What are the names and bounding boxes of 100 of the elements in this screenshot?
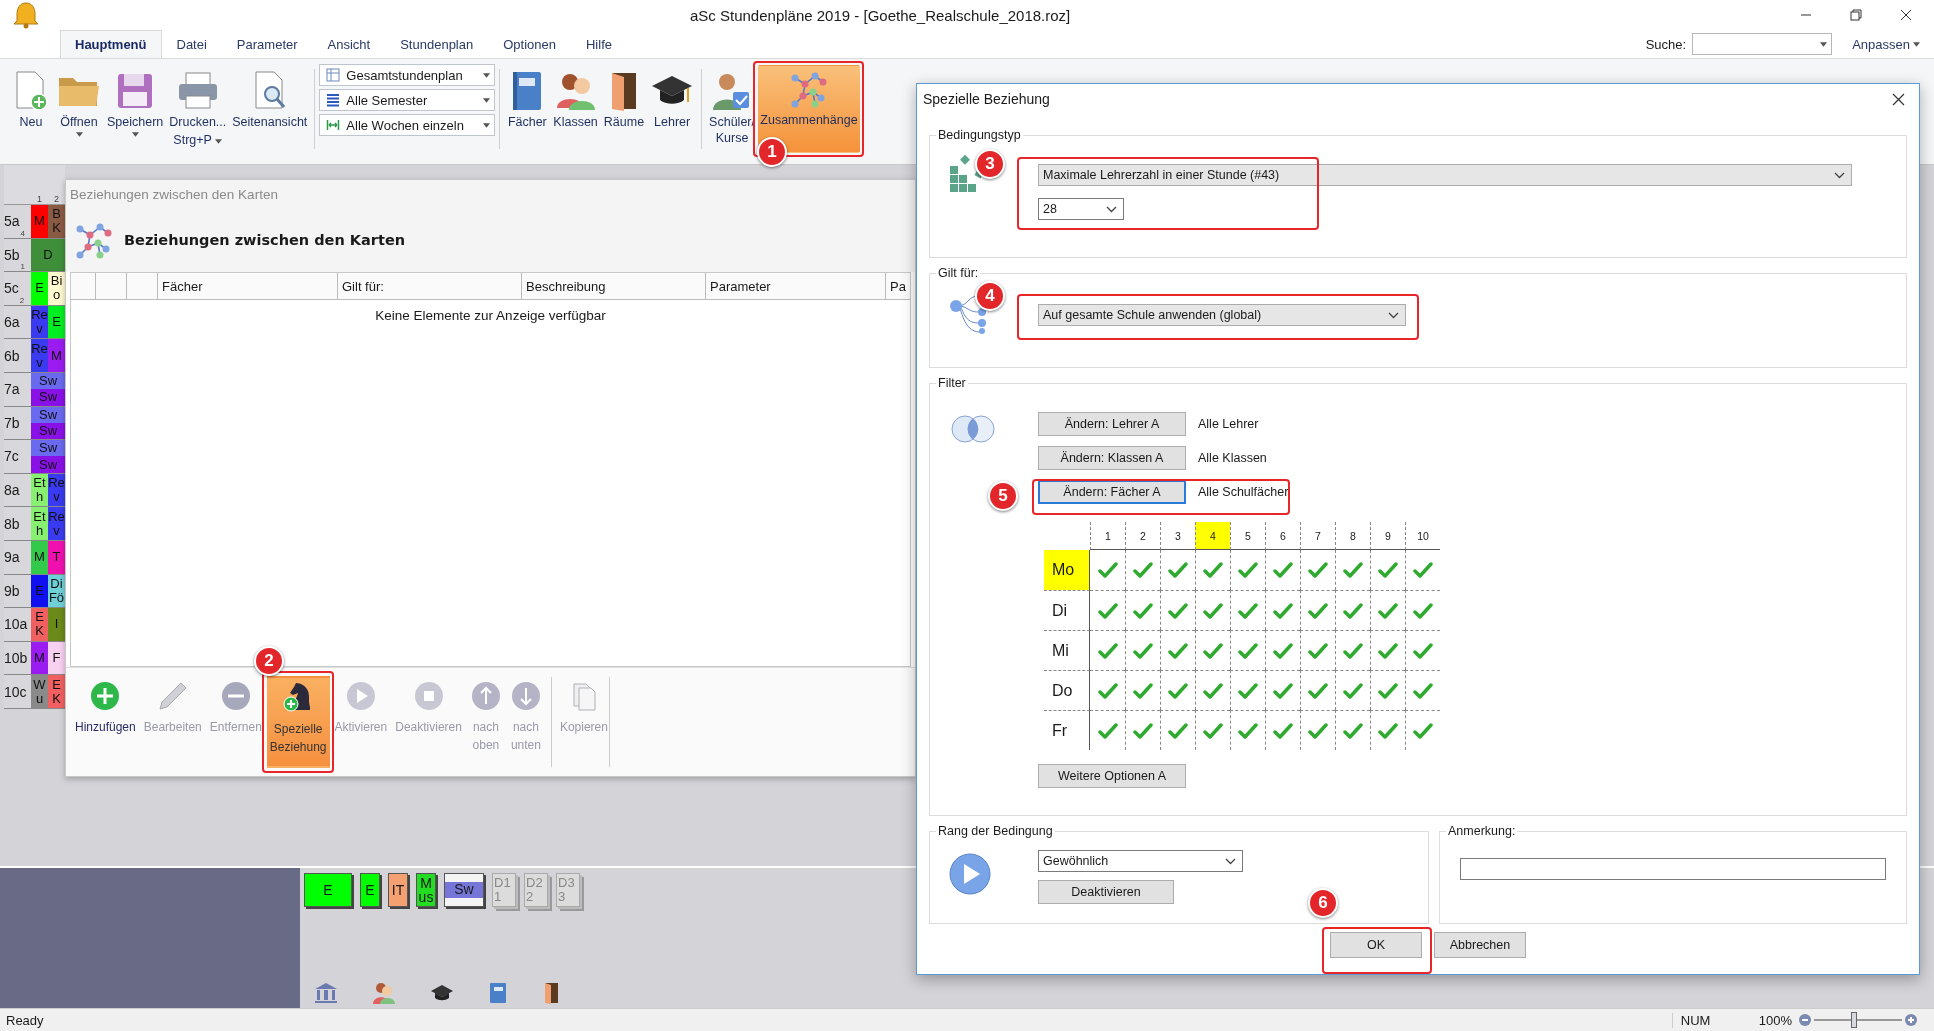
dialog-title: Spezielle Beziehung xyxy=(923,91,1050,107)
zoom-level: 100% xyxy=(1758,1012,1792,1028)
class-name: 10b xyxy=(4,650,28,666)
day-label[interactable]: Fr xyxy=(1044,710,1090,750)
window-title: aSc Stundenpläne 2019 - [Goethe_Realschule_2018.roz] xyxy=(690,6,1071,24)
lesson-card[interactable]: Mus xyxy=(416,873,436,907)
lesson-card[interactable]: F xyxy=(48,641,65,675)
ribbon-tab[interactable]: Hauptmenü xyxy=(60,30,162,58)
ribbon-button[interactable]: Fächer xyxy=(504,67,551,133)
lesson-card[interactable]: E xyxy=(360,873,380,907)
class-name: 9a xyxy=(4,549,20,566)
column-header[interactable]: Fächer xyxy=(158,273,338,299)
change-filter-button[interactable]: Ändern: Klassen A xyxy=(1038,446,1186,470)
condition-type-dropdown[interactable]: Maximale Lehrerzahl in einer Stunde (#43) xyxy=(1038,164,1852,186)
column-header[interactable]: Beschreibung xyxy=(522,273,706,299)
lesson-card[interactable]: E xyxy=(304,873,352,907)
toolbar-button[interactable]: Hinzufügen xyxy=(72,676,139,768)
lesson-card[interactable]: M xyxy=(31,540,48,574)
lesson-card[interactable]: Bio xyxy=(48,272,65,305)
lesson-card[interactable]: Sw xyxy=(444,873,484,907)
deactivate-button[interactable]: Deaktivieren xyxy=(1038,880,1174,904)
lesson-count: 1 xyxy=(20,262,26,272)
group-label: Filter xyxy=(937,376,967,390)
column-header[interactable]: Pa xyxy=(886,273,910,299)
dialog-button[interactable]: OK xyxy=(1330,932,1422,958)
period-header[interactable]: 1 xyxy=(1090,522,1125,550)
period-number: 1 xyxy=(36,194,43,204)
class-name: 7b xyxy=(4,414,20,431)
ribbon-tab[interactable]: Optionen xyxy=(488,30,571,58)
scope-dropdown[interactable]: Auf gesamte Schule anwenden (global) xyxy=(1038,304,1406,326)
day-label[interactable]: Do xyxy=(1044,670,1090,710)
lesson-card[interactable]: Wu xyxy=(31,675,48,708)
lesson-card[interactable]: I xyxy=(48,608,65,641)
lesson-card[interactable]: Sw xyxy=(31,440,65,457)
period-header[interactable]: 6 xyxy=(1265,522,1300,550)
toolbar-button[interactable]: Spezielle Beziehung xyxy=(266,676,330,768)
view-dropdown[interactable]: Alle Semester xyxy=(319,89,496,111)
ribbon-button[interactable]: Räume xyxy=(600,67,648,133)
period-header[interactable]: 4 xyxy=(1195,522,1230,550)
dialog-button[interactable]: Abbrechen xyxy=(1434,932,1526,958)
rank-dropdown[interactable]: Gewöhnlich xyxy=(1038,850,1243,872)
customize-menu[interactable]: Anpassen xyxy=(1852,36,1920,52)
day-label[interactable]: Mo xyxy=(1044,550,1090,590)
lesson-card[interactable]: E xyxy=(31,272,48,305)
lesson-card[interactable]: EK xyxy=(31,608,48,641)
lesson-card[interactable]: T xyxy=(48,540,65,574)
period-header[interactable]: 5 xyxy=(1230,522,1265,550)
ribbon-button[interactable]: Lehrer xyxy=(647,67,698,133)
status-text: Ready xyxy=(6,1012,44,1028)
change-filter-button[interactable]: Ändern: Lehrer A xyxy=(1038,412,1186,436)
lesson-card[interactable]: Eth xyxy=(31,473,48,507)
lesson-card[interactable]: DiFö xyxy=(48,574,65,608)
ribbon-button[interactable]: Drucken... Strg+P xyxy=(166,67,230,151)
period-header[interactable]: 7 xyxy=(1300,522,1335,550)
ribbon-tab[interactable]: Datei xyxy=(161,30,222,58)
ribbon-button[interactable]: Öffnen xyxy=(54,67,104,140)
group-label: Rang der Bedingung xyxy=(937,824,1054,838)
class-name: 10a xyxy=(4,616,28,633)
ribbon-button[interactable]: Klassen xyxy=(550,67,601,133)
lesson-card[interactable]: IT xyxy=(388,873,408,907)
class-name: 5a xyxy=(4,213,20,230)
period-header[interactable]: 9 xyxy=(1370,522,1405,550)
view-dropdown[interactable]: Alle Wochen einzeln xyxy=(319,114,496,136)
period-header[interactable]: 8 xyxy=(1335,522,1370,550)
lesson-count: 2 xyxy=(19,295,25,305)
ribbon-tab[interactable]: Stundenplan xyxy=(385,30,489,58)
group-label: Anmerkung: xyxy=(1447,824,1517,838)
class-name: 10c xyxy=(4,683,27,700)
day-label[interactable]: Di xyxy=(1044,590,1090,630)
period-header[interactable]: 10 xyxy=(1405,522,1440,550)
class-name: 5c xyxy=(4,280,19,297)
panel-heading: Beziehungen zwischen den Karten xyxy=(124,232,406,248)
ribbon-button[interactable]: Schüler/ Kurse xyxy=(706,67,758,149)
period-header[interactable]: 2 xyxy=(1125,522,1160,550)
lesson-card[interactable]: EK xyxy=(48,675,65,708)
class-name: 8a xyxy=(4,482,20,499)
filter-value: Alle Schulfächer xyxy=(1198,485,1289,499)
class-name: 7a xyxy=(4,381,20,398)
class-name: 7c xyxy=(4,448,19,465)
lesson-card[interactable]: M xyxy=(31,205,48,238)
search-label: Suche: xyxy=(1645,36,1687,52)
view-dropdown[interactable]: Gesamtstundenplan xyxy=(319,64,496,86)
more-options-button[interactable]: Weitere Optionen A xyxy=(1038,764,1186,788)
column-header[interactable]: Gilt für: xyxy=(338,273,522,299)
lesson-card[interactable]: E xyxy=(48,305,65,339)
filter-value: Alle Lehrer xyxy=(1198,417,1259,431)
ribbon-tab[interactable]: Ansicht xyxy=(312,30,386,58)
column-header[interactable]: Parameter xyxy=(706,273,886,299)
lesson-card[interactable]: D xyxy=(31,238,65,272)
change-filter-button[interactable]: Ändern: Fächer A xyxy=(1038,480,1186,504)
lesson-card[interactable]: Eth xyxy=(31,507,48,540)
ribbon-tab[interactable]: Parameter xyxy=(221,30,313,58)
class-name: 6a xyxy=(4,314,20,331)
ribbon-button[interactable]: Neu xyxy=(8,67,54,133)
value-dropdown[interactable]: 28 xyxy=(1038,198,1124,220)
ribbon-tab[interactable]: Hilfe xyxy=(571,30,627,58)
day-label[interactable]: Mi xyxy=(1044,630,1090,670)
ribbon-button[interactable]: Speichern xyxy=(104,67,167,140)
period-number: 2 xyxy=(53,194,60,204)
ribbon-button[interactable]: Seitenansicht xyxy=(229,67,311,133)
